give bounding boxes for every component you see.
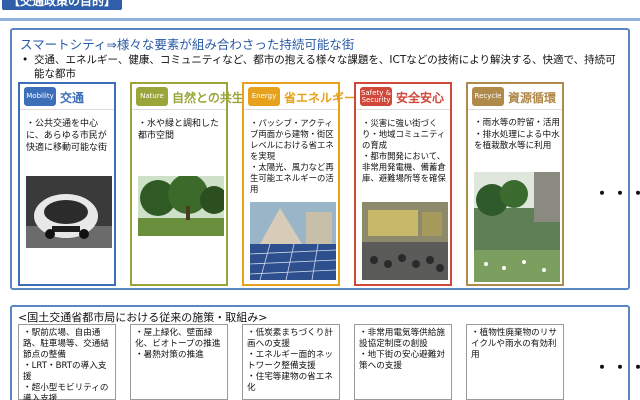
- recycle-badge-icon: Recycle: [472, 87, 504, 106]
- measure-item: ・住宅等建物の省エネ化: [247, 372, 333, 393]
- card-header: Mobility 交通: [20, 84, 114, 110]
- card-header: Energy 省エネルギー: [244, 84, 356, 110]
- card-description: ・公共交通を中心に、あらゆる市民が快適に移動可能な街: [26, 119, 108, 153]
- measure-item: ・低炭素まちづくり計画への支援: [247, 328, 333, 349]
- measure-box-mobility: ・駅前広場、自由通路、駐車場等、交通結節点の整備 ・LRT・BRTの導入支援 ・…: [18, 324, 116, 400]
- measure-item: ・屋上緑化、壁面緑化、ビオトープの推進: [135, 328, 221, 349]
- card-mobility: Mobility 交通 ・公共交通を中心に、あらゆる市民が快適に移動可能な街: [18, 82, 116, 286]
- panel-description-text: 交通、エネルギー、健康、コミュニティなど、都市の抱える様々な課題を、ICTなどの…: [34, 54, 616, 80]
- energy-badge-icon: Energy: [248, 87, 280, 106]
- panel-description: • 交通、エネルギー、健康、コミュニティなど、都市の抱える様々な課題を、ICTな…: [22, 53, 624, 81]
- measure-item: ・地下街の安心避難対策への支援: [359, 350, 445, 371]
- measure-box-recycle: ・植物性廃棄物のリサイクルや雨水の有効利用: [466, 324, 564, 400]
- building-solar-panels-photo: [250, 202, 336, 280]
- card-title: 自然との共生: [172, 91, 244, 105]
- card-nature: Nature 自然との共生 ・水や緑と調和した都市空間: [130, 82, 244, 286]
- measure-box-nature: ・屋上緑化、壁面緑化、ビオトープの推進 ・暑熱対策の推進: [130, 324, 228, 400]
- card-description: ・パッシブ・アクティブ両面から建物・街区レベルにおける省エネを実現 ・太陽光、風…: [250, 118, 334, 194]
- card-energy: Energy 省エネルギー ・パッシブ・アクティブ両面から建物・街区レベルにおけ…: [242, 82, 356, 286]
- measure-item: ・暑熱対策の推進: [135, 350, 204, 360]
- card-header: Safety & Security 安全安心: [356, 84, 450, 110]
- card-title: 資源循環: [508, 91, 557, 105]
- card-title: 交通: [60, 91, 85, 105]
- park-trees-photo: [138, 176, 224, 236]
- card-recycle: Recycle 資源循環 ・雨水等の貯留・活用 ・排水処理による中水を植栽散水等…: [466, 82, 564, 286]
- more-ellipsis: ・・・: [594, 184, 640, 203]
- mobility-vehicle-photo: [26, 176, 112, 248]
- generator-shelter-photo: [362, 202, 448, 280]
- card-title: 安全安心: [396, 91, 445, 105]
- safety-badge-icon: Safety & Security: [360, 87, 392, 106]
- measure-box-energy: ・低炭素まちづくり計画への支援 ・エネルギー面的ネットワーク整備支援 ・住宅等建…: [242, 324, 340, 400]
- top-divider: [0, 18, 640, 21]
- measure-box-safety: ・非常用電気等供給施設協定制度の創設 ・地下街の安心避難対策への支援: [354, 324, 452, 400]
- measure-item: ・駅前広場、自由通路、駐車場等、交通結節点の整備: [23, 328, 109, 360]
- measure-item: ・植物性廃棄物のリサイクルや雨水の有効利用: [471, 328, 557, 360]
- card-header: Nature 自然との共生: [132, 84, 244, 110]
- nature-badge-icon: Nature: [136, 87, 168, 106]
- more-ellipsis-bottom: ・・・: [594, 358, 640, 377]
- measure-item: ・非常用電気等供給施設協定制度の創設: [359, 328, 445, 349]
- measure-item: ・エネルギー面的ネットワーク整備支援: [247, 350, 333, 371]
- rooftop-garden-photo: [474, 172, 560, 282]
- top-bar: 【交通政策の目的】: [0, 0, 640, 20]
- card-description: ・雨水等の貯留・活用 ・排水処理による中水を植栽散水等に利用: [474, 118, 560, 151]
- card-safety: Safety & Security 安全安心 ・災害に強い街づくり・地域コミュニ…: [354, 82, 452, 286]
- bullet-dot: •: [22, 54, 29, 66]
- section-title: 【交通政策の目的】: [2, 0, 123, 10]
- measure-item: ・LRT・BRTの導入支援: [23, 361, 107, 382]
- measures-heading: <国土交通省都市局における従来の施策・取組み>: [18, 311, 268, 324]
- card-description: ・水や緑と調和した都市空間: [138, 119, 220, 141]
- card-header: Recycle 資源循環: [468, 84, 562, 110]
- mobility-badge-icon: Mobility: [24, 87, 56, 106]
- card-description: ・災害に強い街づくり・地域コミュニティの育成 ・都市開発において、非常用発電機、…: [362, 118, 446, 183]
- card-title: 省エネルギー: [284, 91, 357, 105]
- measure-item: ・超小型モビリティの導入支援: [23, 383, 109, 400]
- panel-heading: スマートシティ⇒様々な要素が組み合わさった持続可能な街: [20, 37, 355, 52]
